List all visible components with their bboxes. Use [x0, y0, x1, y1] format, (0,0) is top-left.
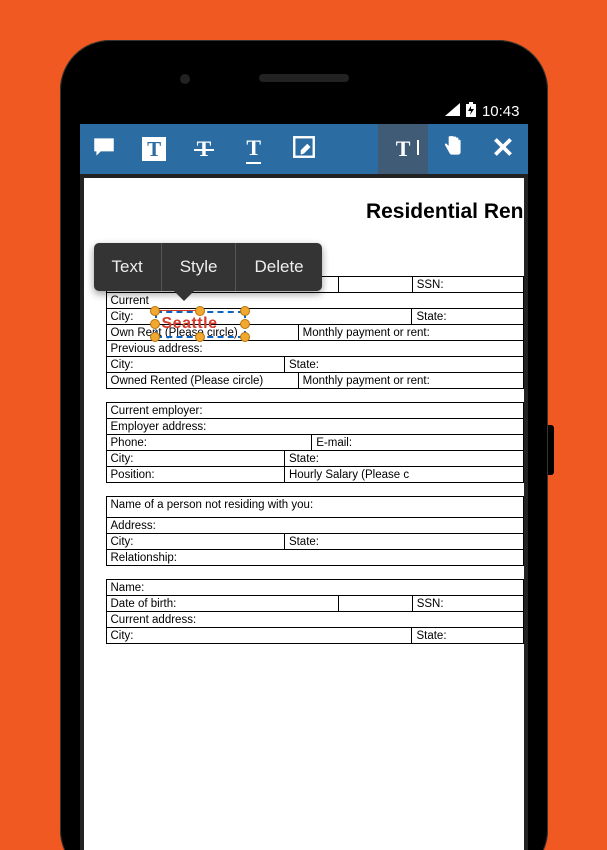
section-gap	[106, 388, 524, 402]
form-cell: Current	[107, 293, 523, 308]
form-cell: Own Rent (Please circle)	[107, 325, 299, 340]
comment-tool[interactable]	[80, 124, 130, 174]
form-cell: SSN:	[413, 277, 523, 292]
hand-tool[interactable]	[428, 124, 478, 174]
form-cell: State:	[285, 451, 523, 466]
form-row: Address:	[106, 517, 524, 534]
form-content: Date of birth:SSN:Current City:State:Own…	[84, 276, 524, 644]
popup-style[interactable]: Style	[162, 243, 236, 291]
screen: 10:43 T T T T Residential Ren Text	[80, 98, 528, 850]
edit-box-icon	[291, 134, 317, 165]
brush-tool[interactable]	[328, 124, 378, 174]
close-icon	[490, 134, 516, 165]
phone-speaker	[259, 74, 349, 82]
comment-icon	[91, 134, 117, 165]
form-cell: State:	[412, 628, 522, 643]
edit-box-tool[interactable]	[279, 124, 329, 174]
form-cell: State:	[285, 357, 523, 372]
form-cell: Relationship:	[107, 550, 523, 565]
text-bold-tool[interactable]: T	[129, 124, 179, 174]
form-cell: Address:	[107, 518, 523, 533]
form-row: Date of birth: SSN:	[106, 595, 524, 612]
form-row: City:State:	[106, 533, 524, 550]
form-row: City:State:	[106, 356, 524, 373]
popup-delete[interactable]: Delete	[236, 243, 321, 291]
document-page[interactable]: Residential Ren Text Style Delete	[84, 178, 524, 850]
text-plain-tool[interactable]: T	[229, 124, 279, 174]
hand-icon	[440, 134, 466, 165]
form-cell: E-mail:	[312, 435, 522, 450]
close-tool[interactable]	[478, 124, 528, 174]
form-row: City:State:	[106, 450, 524, 467]
text-insert-icon: T	[396, 136, 411, 162]
form-row: Name of a person not residing with you:	[106, 496, 524, 518]
form-cell: Current employer:	[107, 403, 523, 418]
text-plain-icon: T	[246, 135, 261, 164]
status-time: 10:43	[482, 103, 520, 120]
form-cell: Monthly payment or rent:	[299, 325, 523, 340]
form-cell: Current address:	[107, 612, 523, 627]
strikethrough-tool[interactable]: T	[179, 124, 229, 174]
form-row: Previous address:	[106, 340, 524, 357]
brush-icon	[340, 134, 366, 165]
form-cell: City:	[107, 451, 285, 466]
form-row: Current address:	[106, 611, 524, 628]
status-bar: 10:43	[80, 98, 528, 124]
section-gap	[106, 565, 524, 579]
form-row: Position:Hourly Salary (Please c	[106, 466, 524, 483]
form-cell: City:	[107, 628, 413, 643]
form-row: Owned Rented (Please circle)Monthly paym…	[106, 372, 524, 389]
text-bold-icon: T	[142, 137, 166, 161]
phone-bezel: 10:43 T T T T Residential Ren Text	[70, 50, 538, 850]
form-row: Relationship:	[106, 549, 524, 566]
toolbar: T T T T	[80, 124, 528, 174]
form-cell: Name of a person not residing with you:	[107, 497, 523, 517]
form-cell: Position:	[107, 467, 285, 482]
form-cell: State:	[285, 534, 523, 549]
form-cell: Employer address:	[107, 419, 523, 434]
form-row: Own Rent (Please circle)Monthly payment …	[106, 324, 524, 341]
form-row: Current	[106, 292, 524, 309]
form-cell: SSN:	[413, 596, 523, 611]
form-cell: State:	[412, 309, 522, 324]
section-gap	[106, 482, 524, 496]
form-row: Name:	[106, 579, 524, 596]
battery-icon	[466, 102, 476, 121]
phone-sensor	[180, 74, 190, 84]
form-cell	[339, 596, 413, 611]
form-cell: Name:	[107, 580, 523, 595]
popup-text[interactable]: Text	[94, 243, 161, 291]
document-viewport[interactable]: Residential Ren Text Style Delete	[80, 174, 528, 850]
form-cell: Date of birth:	[107, 596, 340, 611]
form-cell	[339, 277, 413, 292]
text-insert-tool[interactable]: T	[378, 124, 428, 174]
form-cell: Monthly payment or rent:	[299, 373, 523, 388]
form-row: City:State:	[106, 308, 524, 325]
phone-frame: 10:43 T T T T Residential Ren Text	[60, 40, 548, 850]
context-menu: Text Style Delete	[94, 243, 322, 291]
form-cell: Hourly Salary (Please c	[285, 467, 523, 482]
form-cell: Phone:	[107, 435, 313, 450]
form-row: Current employer:	[106, 402, 524, 419]
form-row: Employer address:	[106, 418, 524, 435]
form-cell: City:	[107, 534, 285, 549]
signal-icon	[445, 103, 460, 120]
form-cell: City:	[107, 309, 413, 324]
document-title: Residential Ren	[329, 200, 524, 224]
strikethrough-icon: T	[197, 136, 212, 162]
form-row: Phone:E-mail:	[106, 434, 524, 451]
form-cell: Previous address:	[107, 341, 523, 356]
form-cell: City:	[107, 357, 285, 372]
form-row: City:State:	[106, 627, 524, 644]
form-cell: Owned Rented (Please circle)	[107, 373, 299, 388]
